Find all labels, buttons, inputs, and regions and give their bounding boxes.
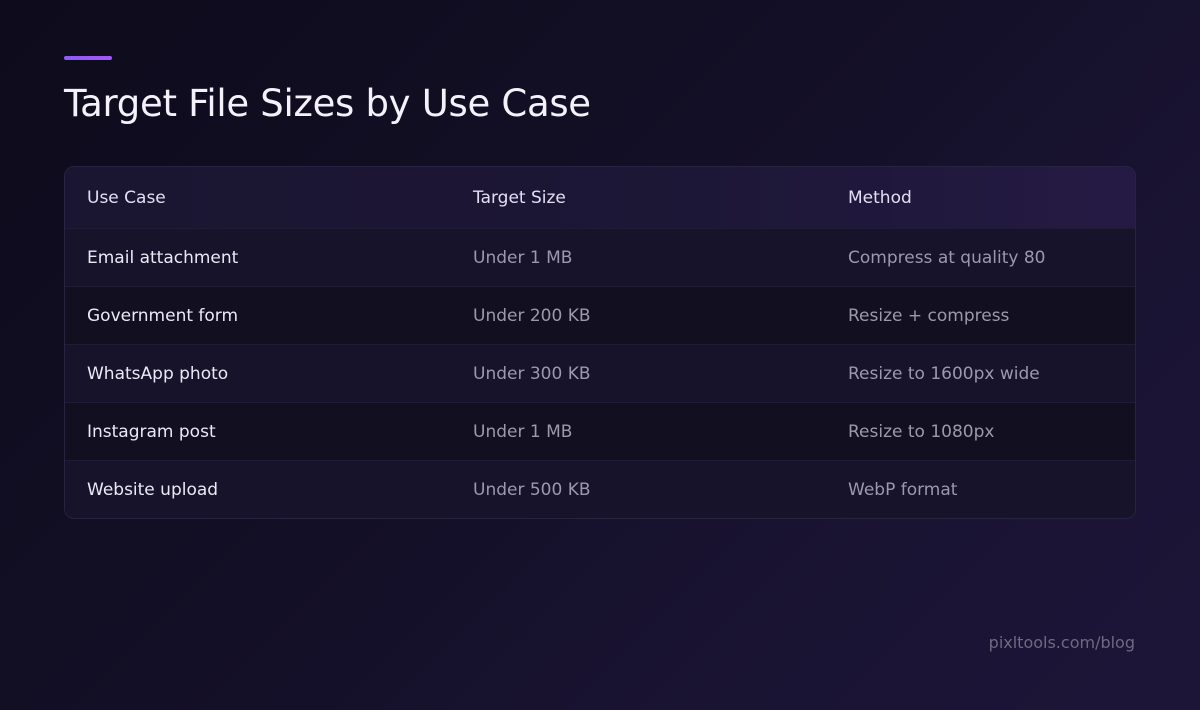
method-cell: Resize + compress	[848, 305, 1010, 326]
target-size-cell: Under 200 KB	[473, 305, 591, 326]
target-size-cell: Under 1 MB	[473, 247, 573, 268]
column-header-method: Method	[848, 187, 912, 208]
method-cell: Compress at quality 80	[848, 247, 1046, 268]
page-title: Target File Sizes by Use Case	[64, 82, 591, 125]
use-case-cell: Instagram post	[87, 421, 216, 442]
file-size-table: Use Case Target Size Method Email attach…	[64, 166, 1136, 519]
target-size-cell: Under 500 KB	[473, 479, 591, 500]
use-case-cell: Government form	[87, 305, 239, 326]
table-row: Instagram post Under 1 MB Resize to 1080…	[65, 402, 1135, 460]
use-case-cell: WhatsApp photo	[87, 363, 229, 384]
target-size-cell: Under 1 MB	[473, 421, 573, 442]
use-case-cell: Website upload	[87, 479, 219, 500]
method-cell: Resize to 1600px wide	[848, 363, 1040, 384]
table-row: Email attachment Under 1 MB Compress at …	[65, 228, 1135, 286]
column-header-use-case: Use Case	[87, 187, 166, 208]
method-cell: WebP format	[848, 479, 958, 500]
method-cell: Resize to 1080px	[848, 421, 995, 442]
table-row: Government form Under 200 KB Resize + co…	[65, 286, 1135, 344]
target-size-cell: Under 300 KB	[473, 363, 591, 384]
table-row: WhatsApp photo Under 300 KB Resize to 16…	[65, 344, 1135, 402]
use-case-cell: Email attachment	[87, 247, 239, 268]
table-row: Website upload Under 500 KB WebP format	[65, 460, 1135, 518]
footer-url: pixltools.com/blog	[988, 633, 1135, 652]
column-header-target-size: Target Size	[473, 187, 566, 208]
table-header-row: Use Case Target Size Method	[65, 167, 1135, 228]
title-accent-bar	[64, 56, 112, 60]
